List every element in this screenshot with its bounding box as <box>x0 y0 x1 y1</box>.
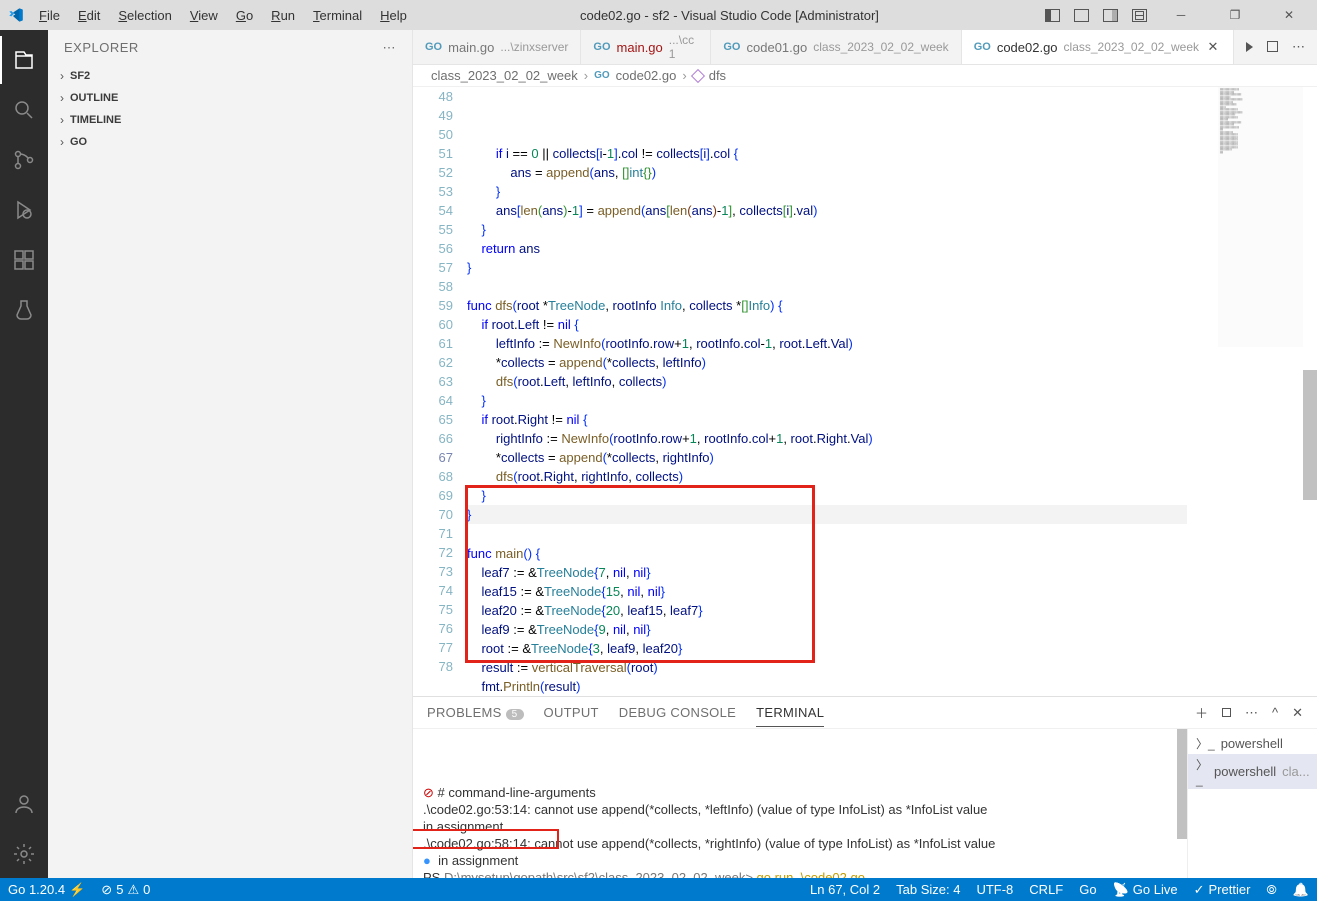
go-file-icon: GO <box>723 41 740 53</box>
menu-selection[interactable]: Selection <box>111 6 178 25</box>
explorer-sidebar: EXPLORER ⋯ ›SF2›OUTLINE›TIMELINE›GO <box>48 30 413 878</box>
panel-tab-debug-console[interactable]: DEBUG CONSOLE <box>619 699 736 726</box>
status-problems[interactable]: 5 0 <box>93 882 158 898</box>
activity-account[interactable] <box>0 780 48 828</box>
panel-tab-problems[interactable]: PROBLEMS5 <box>427 699 524 726</box>
terminal-instance[interactable]: 〉_powershell cla... <box>1188 754 1317 789</box>
breadcrumb[interactable]: class_2023_02_02_week › GO code02.go › d… <box>413 65 1317 87</box>
sidebar-section-timeline[interactable]: ›TIMELINE <box>48 109 412 131</box>
layout-customize-icon[interactable] <box>1132 9 1147 22</box>
status-tab-size[interactable]: Tab Size: 4 <box>888 882 968 897</box>
sidebar-section-sf2[interactable]: ›SF2 <box>48 65 412 87</box>
terminal-scrollbar[interactable] <box>1177 729 1187 878</box>
editor-tabs: GO main.go ...\zinxserverGO main.go ...\… <box>413 30 1317 65</box>
activity-explorer[interactable] <box>0 36 48 84</box>
panel-split-terminal-icon[interactable] <box>1222 705 1231 720</box>
terminal-content[interactable]: ⊘ # command-line-arguments.\code02.go:53… <box>413 729 1177 878</box>
sidebar-title: EXPLORER <box>64 40 139 55</box>
vscode-logo-icon <box>8 7 24 23</box>
close-icon[interactable]: ✕ <box>1205 39 1221 55</box>
layout-panel-bottom-icon[interactable] <box>1074 9 1089 22</box>
breadcrumb-folder[interactable]: class_2023_02_02_week <box>431 68 578 83</box>
terminal-instance[interactable]: 〉_powershell <box>1188 733 1317 754</box>
code-content[interactable]: if i == 0 || collects[i-1].col != collec… <box>467 87 1317 696</box>
menu-help[interactable]: Help <box>373 6 414 25</box>
layout-sidebar-left-icon[interactable] <box>1045 9 1060 22</box>
code-editor[interactable]: 4849505152535455565758596061626364656667… <box>413 87 1317 696</box>
chevron-right-icon: › <box>54 91 70 105</box>
chevron-right-icon: › <box>54 135 70 149</box>
activity-run-debug[interactable] <box>0 186 48 234</box>
chevron-right-icon: › <box>54 69 70 83</box>
status-notifications-icon[interactable] <box>1285 882 1317 898</box>
editor-tab[interactable]: GO code02.go class_2023_02_02_week✕ <box>962 30 1234 64</box>
bottom-panel: PROBLEMS5 OUTPUT DEBUG CONSOLE TERMINAL … <box>413 696 1317 878</box>
go-file-icon: GO <box>425 41 442 53</box>
go-file-icon: GO <box>593 41 610 53</box>
panel-close-icon[interactable]: ✕ <box>1292 705 1303 721</box>
panel-tab-output[interactable]: OUTPUT <box>544 699 599 726</box>
terminal-icon: 〉_ <box>1196 756 1208 787</box>
layout-sidebar-right-icon[interactable] <box>1103 9 1118 22</box>
activity-testing[interactable] <box>0 286 48 334</box>
panel-tab-terminal[interactable]: TERMINAL <box>756 699 824 727</box>
editor-tab[interactable]: GO main.go ...\zinxserver <box>413 30 581 64</box>
main-menu: FileEditSelection ViewGoRunTerminalHelp <box>32 6 414 25</box>
window-close-button[interactable]: ✕ <box>1269 0 1309 30</box>
menu-run[interactable]: Run <box>264 6 302 25</box>
status-cursor-position[interactable]: Ln 67, Col 2 <box>802 882 888 897</box>
status-go-live[interactable]: Go Live <box>1105 882 1186 898</box>
window-minimize-button[interactable]: ─ <box>1161 0 1201 30</box>
menu-view[interactable]: View <box>183 6 225 25</box>
go-file-icon: GO <box>974 41 991 53</box>
line-number-gutter: 4849505152535455565758596061626364656667… <box>413 87 467 696</box>
panel-maximize-icon[interactable]: ^ <box>1272 705 1278 720</box>
menu-file[interactable]: File <box>32 6 67 25</box>
sidebar-section-outline[interactable]: ›OUTLINE <box>48 87 412 109</box>
editor-scrollbar[interactable] <box>1303 87 1317 696</box>
sidebar-more-icon[interactable]: ⋯ <box>383 40 397 56</box>
panel-more-icon[interactable]: ⋯ <box>1245 705 1258 721</box>
activity-bar <box>0 30 48 878</box>
breadcrumb-symbol[interactable]: dfs <box>709 68 726 83</box>
breadcrumb-file[interactable]: code02.go <box>616 68 677 83</box>
editor-group: GO main.go ...\zinxserverGO main.go ...\… <box>413 30 1317 878</box>
activity-search[interactable] <box>0 86 48 134</box>
panel-new-terminal-icon[interactable]: ＋ <box>1195 703 1208 722</box>
editor-tab[interactable]: GO main.go ...\cc 1 <box>581 30 711 64</box>
status-encoding[interactable]: UTF-8 <box>968 882 1021 897</box>
status-prettier[interactable]: Prettier <box>1186 882 1259 898</box>
tab-more-icon[interactable]: ⋯ <box>1292 39 1305 55</box>
activity-settings[interactable] <box>0 830 48 878</box>
minimap[interactable]: ▌▌▌▌▌▌▌▌▌▌▌▌▌▌▌▌▌▌▌▌▌▌▌▌▌▌▌▌▌▌▌▌▌▌▌▌▌▌▌▌… <box>1218 87 1303 347</box>
activity-extensions[interactable] <box>0 236 48 284</box>
status-go-version[interactable]: Go 1.20.4 ⚡ <box>0 882 93 898</box>
status-eol[interactable]: CRLF <box>1021 882 1071 897</box>
function-icon <box>691 68 705 82</box>
menu-edit[interactable]: Edit <box>71 6 107 25</box>
terminal-icon: 〉_ <box>1196 735 1215 752</box>
terminal-list: 〉_powershell〉_powershell cla... <box>1187 729 1317 878</box>
status-language[interactable]: Go <box>1071 882 1104 897</box>
menu-go[interactable]: Go <box>229 6 260 25</box>
run-button[interactable] <box>1246 40 1253 55</box>
split-editor-icon[interactable] <box>1267 40 1278 55</box>
status-feedback-icon[interactable]: ⦾ <box>1258 882 1284 898</box>
go-file-icon: GO <box>594 70 610 81</box>
window-title: code02.go - sf2 - Visual Studio Code [Ad… <box>414 8 1045 23</box>
menu-terminal[interactable]: Terminal <box>306 6 369 25</box>
sidebar-section-go[interactable]: ›GO <box>48 131 412 153</box>
title-bar: FileEditSelection ViewGoRunTerminalHelp c… <box>0 0 1317 30</box>
status-bar: Go 1.20.4 ⚡ 5 0 Ln 67, Col 2 Tab Size: 4… <box>0 878 1317 901</box>
editor-tab[interactable]: GO code01.go class_2023_02_02_week <box>711 30 961 64</box>
window-maximize-button[interactable]: ❐ <box>1215 0 1255 30</box>
chevron-right-icon: › <box>54 113 70 127</box>
activity-source-control[interactable] <box>0 136 48 184</box>
